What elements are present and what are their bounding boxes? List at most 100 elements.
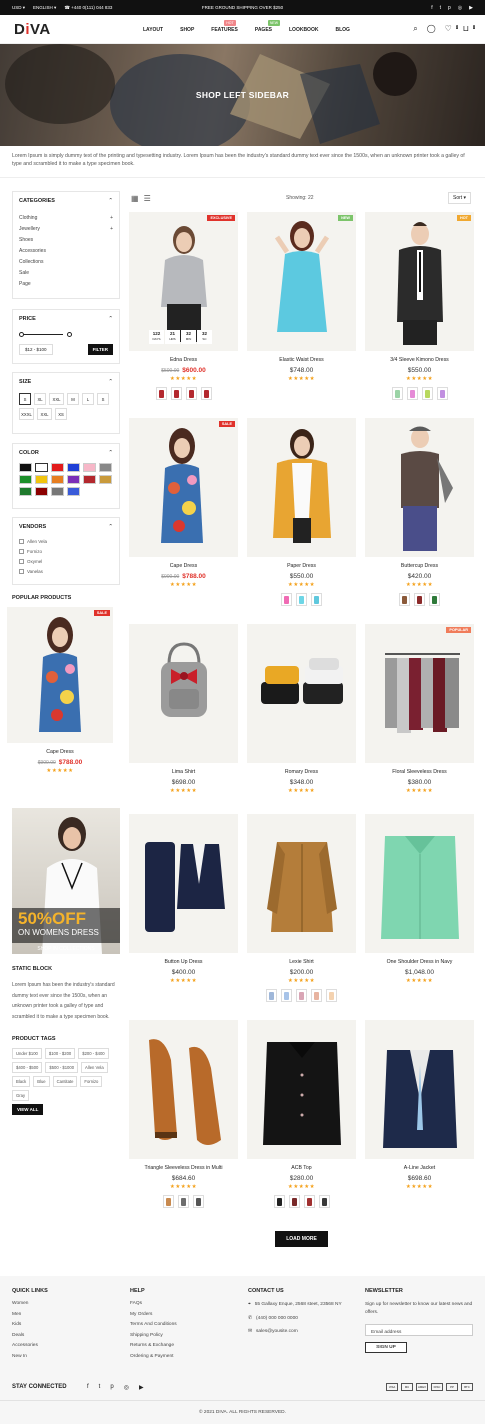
product-card[interactable]: Lexie Shirt $200.00 ★★★★★ — [247, 814, 356, 1002]
footer-link[interactable]: Accessories — [12, 1343, 48, 1354]
sign-up-button[interactable]: SIGN UP — [365, 1342, 407, 1353]
color-swatch[interactable] — [67, 463, 80, 472]
color-swatch[interactable] — [35, 487, 48, 496]
collapse-icon[interactable]: ⌃ — [108, 450, 113, 456]
product-image[interactable]: SALE — [7, 607, 113, 743]
variant-thumbnail[interactable] — [273, 1195, 285, 1208]
collapse-icon[interactable]: ⌃ — [108, 524, 113, 530]
variant-thumbnail[interactable] — [170, 387, 182, 400]
promo-cta[interactable]: SHOP IN COLLECTIONS — [12, 946, 120, 952]
size-option[interactable]: M — [67, 393, 79, 405]
product-image[interactable] — [365, 418, 474, 557]
variant-thumbnail[interactable] — [185, 387, 197, 400]
color-swatch[interactable] — [99, 463, 112, 472]
variant-thumbnail[interactable] — [281, 989, 292, 1002]
currency-select[interactable]: USD ▾ — [12, 5, 25, 11]
variant-thumbnail[interactable] — [155, 387, 167, 400]
color-swatch[interactable] — [35, 463, 48, 472]
product-image[interactable] — [129, 624, 238, 763]
vendor-checkbox[interactable]: Fornizo — [19, 546, 113, 556]
tag-item[interactable]: $100 - $200 — [44, 1048, 76, 1059]
product-card[interactable]: SALE Cape Dress $900.00 $788.00 ★★★★★ — [129, 418, 238, 588]
logo[interactable]: DiVA — [14, 21, 51, 38]
vendor-checkbox[interactable]: Allen Vela — [19, 536, 113, 546]
variant-thumbnail[interactable] — [311, 593, 322, 606]
variant-thumbnail[interactable] — [429, 593, 440, 606]
color-swatch[interactable] — [19, 475, 32, 484]
filter-button[interactable]: FILTER — [87, 344, 113, 355]
nav-item-features[interactable]: FEATURES HOT — [211, 19, 238, 33]
language-select[interactable]: ENGLISH ▾ — [33, 5, 56, 11]
product-name[interactable]: Paper Dress — [247, 563, 356, 569]
tag-item[interactable]: $500 - $1000 — [45, 1062, 79, 1073]
view-all-tags-button[interactable]: VIEW ALL — [12, 1104, 44, 1115]
product-card[interactable]: Paper Dress $550.00 ★★★★★ — [247, 418, 356, 606]
product-card[interactable]: NEW Elastic Waist Dress $748.00 ★★★★★ — [247, 212, 356, 382]
product-image[interactable] — [247, 418, 356, 557]
color-swatch[interactable] — [67, 475, 80, 484]
variant-thumbnail[interactable] — [414, 593, 425, 606]
variant-thumbnail[interactable] — [266, 989, 277, 1002]
category-item[interactable]: Accessories — [19, 245, 113, 256]
size-option[interactable]: XXL — [49, 393, 64, 405]
product-card[interactable]: A-Line Jacket $698.60 ★★★★★ — [365, 1020, 474, 1190]
twitter-icon[interactable]: t — [99, 1384, 101, 1391]
variant-thumbnail[interactable] — [303, 1195, 315, 1208]
expand-icon[interactable]: + — [110, 226, 113, 232]
load-more-button[interactable]: LOAD MORE — [275, 1231, 328, 1247]
slider-min-handle[interactable] — [19, 332, 24, 337]
variant-thumbnail[interactable] — [288, 1195, 300, 1208]
color-swatch[interactable] — [51, 487, 64, 496]
nav-item-shop[interactable]: SHOP — [180, 27, 194, 33]
footer-link[interactable]: Returns & Exchange — [130, 1343, 177, 1354]
twitter-icon[interactable]: t — [440, 5, 441, 11]
pinterest-icon[interactable]: p — [448, 5, 451, 11]
promo-banner[interactable]: 50%OFF ON WOMENS DRESS SHOP IN COLLECTIO… — [12, 808, 120, 954]
category-item[interactable]: Clothing + — [19, 212, 113, 223]
variant-thumbnail[interactable] — [281, 593, 292, 606]
collapse-icon[interactable]: ⌃ — [108, 316, 113, 322]
variant-thumbnail[interactable] — [178, 1195, 189, 1208]
product-card[interactable]: POPULAR Floral Sleeveless Dress $380.00 ★★★… — [365, 624, 474, 794]
product-card[interactable]: Buttercup Dress $420.00 ★★★★★ — [365, 418, 474, 606]
contact-email[interactable]: ✉ sales@yousite.com — [248, 1329, 348, 1340]
product-name[interactable]: Elastic Waist Dress — [247, 357, 356, 363]
slider-max-handle[interactable] — [67, 332, 72, 337]
popular-product-card[interactable]: SALE Cape Dress $900.00 $788.00 ★★★★★ — [7, 607, 113, 774]
expand-icon[interactable]: + — [110, 215, 113, 221]
variant-thumbnail[interactable] — [296, 593, 307, 606]
product-image[interactable]: EXCLUSIVE 122 DAYS 21 HRS 32 MIN 32 SC — [129, 212, 238, 351]
tag-item[interactable]: Blue — [33, 1076, 50, 1087]
color-swatch[interactable] — [19, 487, 32, 496]
variant-thumbnail[interactable] — [399, 593, 410, 606]
product-image[interactable] — [129, 1020, 238, 1159]
footer-link[interactable]: Deals — [12, 1333, 48, 1344]
search-icon[interactable]: ⌕ — [413, 24, 417, 34]
variant-thumbnail[interactable] — [436, 387, 448, 400]
category-item[interactable]: Collections — [19, 256, 113, 267]
nav-item-pages[interactable]: PAGES NEW — [255, 19, 281, 33]
youtube-icon[interactable]: ▶ — [139, 1384, 144, 1391]
footer-link[interactable]: Women — [12, 1301, 48, 1312]
product-image[interactable] — [247, 814, 356, 953]
product-image[interactable] — [365, 814, 474, 953]
variant-thumbnail[interactable] — [163, 1195, 174, 1208]
product-card[interactable]: HOT 3/4 Sleeve Kimono Dress $550.00 ★★★★★ — [365, 212, 474, 400]
tag-item[interactable]: Fornizo — [80, 1076, 103, 1087]
collapse-icon[interactable]: ⌃ — [108, 379, 113, 385]
pinterest-icon[interactable]: p — [110, 1384, 113, 1391]
product-card[interactable]: Triangle Sleeveless Dress in Multi $684.6… — [129, 1020, 238, 1208]
size-option[interactable]: S — [19, 393, 31, 405]
variant-thumbnail[interactable] — [296, 989, 307, 1002]
size-option[interactable]: XL — [34, 393, 46, 405]
size-option[interactable]: S — [97, 393, 109, 405]
collapse-icon[interactable]: ⌃ — [108, 198, 113, 204]
footer-link[interactable]: FAQs — [130, 1301, 177, 1312]
product-image[interactable]: NEW — [247, 212, 356, 351]
color-swatch[interactable] — [67, 487, 80, 496]
variant-thumbnail[interactable] — [193, 1195, 204, 1208]
tag-item[interactable]: Under $100 — [12, 1048, 42, 1059]
size-option[interactable]: XS — [55, 408, 67, 420]
instagram-icon[interactable]: ◎ — [458, 5, 462, 11]
footer-link[interactable]: My Orders — [130, 1312, 177, 1323]
